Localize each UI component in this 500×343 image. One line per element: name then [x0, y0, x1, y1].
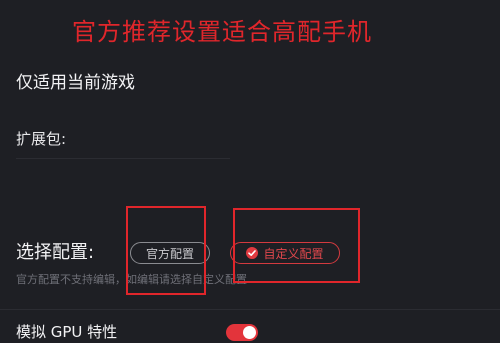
divider: [16, 158, 230, 159]
divider: [0, 309, 500, 310]
section-title: 仅适用当前游戏: [16, 73, 135, 93]
gpu-feature-label: 模拟 GPU 特性: [16, 323, 118, 341]
config-select-label: 选择配置:: [16, 242, 95, 263]
annotation-caption: 官方推荐设置适合高配手机: [72, 18, 372, 46]
gpu-feature-toggle[interactable]: [226, 324, 258, 341]
toggle-knob: [243, 326, 256, 339]
extension-pack-label: 扩展包:: [16, 130, 67, 148]
annotation-highlight-box: [126, 206, 206, 295]
annotation-highlight-box: [233, 208, 360, 283]
